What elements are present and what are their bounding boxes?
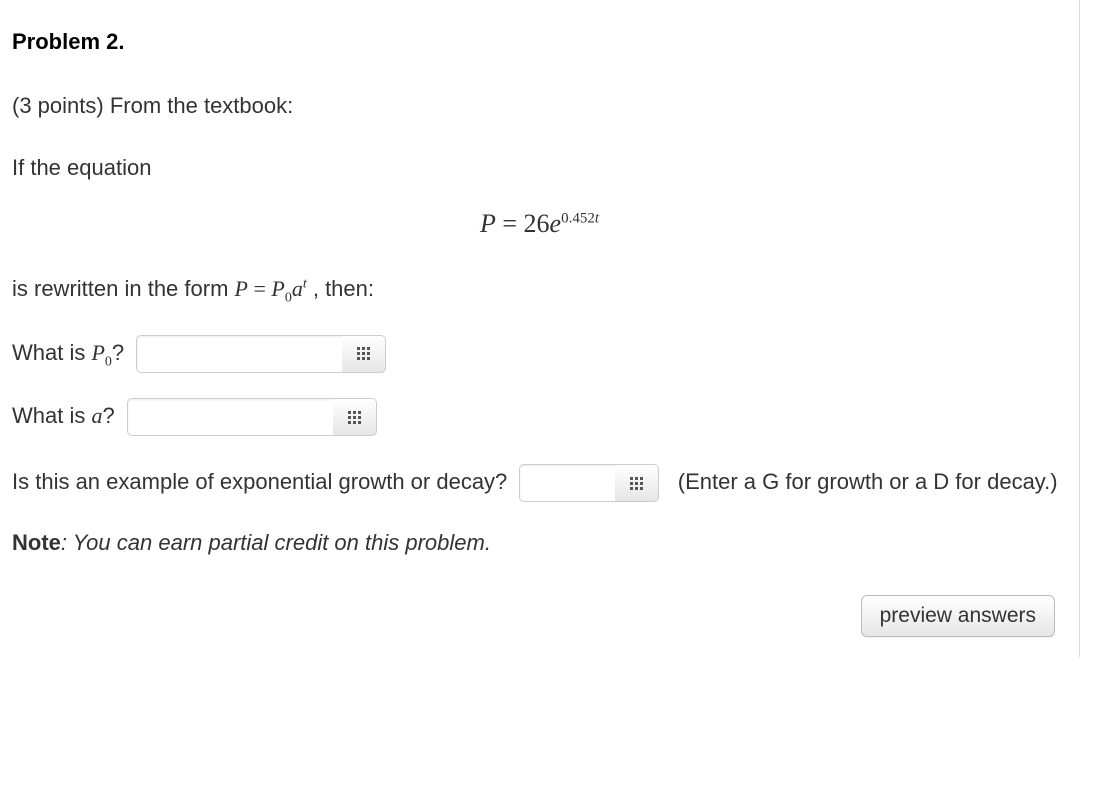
problem-title: Problem 2.: [12, 20, 1067, 64]
equation-exp-var: t: [595, 210, 599, 226]
q3-hint: (Enter a G for growth or a D for decay.): [678, 469, 1058, 494]
q1-var: P0: [91, 340, 111, 365]
keypad-button-gd[interactable]: [615, 464, 659, 502]
rewritten-suffix: , then:: [307, 276, 374, 301]
question-2: What is a?: [12, 394, 1067, 438]
preview-answers-button[interactable]: preview answers: [861, 595, 1055, 637]
q2-prefix: What is: [12, 403, 91, 428]
equation-base: e: [550, 209, 562, 238]
points-line: (3 points) From the textbook:: [12, 84, 1067, 128]
problem-container: Problem 2. (3 points) From the textbook:…: [0, 0, 1080, 657]
q2-input-group: [127, 398, 377, 436]
note-text: : You can earn partial credit on this pr…: [61, 530, 491, 555]
equation-exponent: 0.452: [561, 210, 595, 226]
keypad-button-a[interactable]: [333, 398, 377, 436]
keypad-button-p0[interactable]: [342, 335, 386, 373]
q1-input-group: [136, 335, 386, 373]
keypad-icon: [348, 411, 361, 424]
keypad-icon: [357, 347, 370, 360]
p0-input[interactable]: [136, 335, 346, 373]
keypad-icon: [630, 477, 643, 490]
question-1: What is P0?: [12, 331, 1067, 376]
equation-coef: 26: [524, 209, 550, 238]
rewritten-line: is rewritten in the form P = P0at , then…: [12, 267, 1067, 312]
q2-suffix: ?: [102, 403, 114, 428]
q3-input-group: [519, 464, 659, 502]
growth-decay-input[interactable]: [519, 464, 619, 502]
note-label: Note: [12, 530, 61, 555]
rewritten-prefix: is rewritten in the form: [12, 276, 235, 301]
note-line: Note: You can earn partial credit on thi…: [12, 521, 1067, 565]
equation-display: P = 26e0.452t: [12, 208, 1067, 239]
equation-lhs: P: [480, 209, 496, 238]
a-input[interactable]: [127, 398, 337, 436]
question-3: Is this an example of exponential growth…: [12, 456, 1067, 509]
equation-equals: =: [496, 209, 524, 238]
button-row: preview answers: [12, 593, 1067, 637]
q2-var: a: [91, 403, 102, 428]
intro-line: If the equation: [12, 146, 1067, 190]
q3-text: Is this an example of exponential growth…: [12, 469, 507, 494]
q1-prefix: What is: [12, 340, 91, 365]
rewritten-form: P = P0at: [235, 276, 307, 301]
q1-suffix: ?: [112, 340, 124, 365]
